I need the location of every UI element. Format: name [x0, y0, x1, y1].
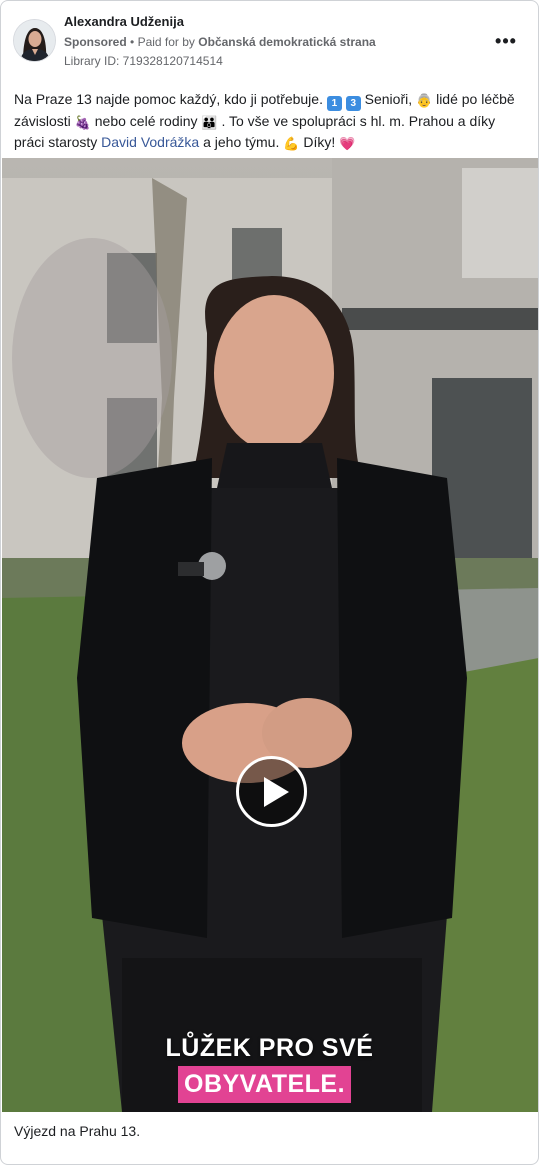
post-text-segment: Na Praze 13 najde pomoc každý, kdo ji po…	[14, 91, 323, 107]
post-text-segment: nebo celé rodiny	[94, 113, 198, 129]
family-emoji-icon: 👪	[201, 115, 218, 130]
video-player[interactable]: LŮŽEK PRO SVÉ OBYVATELE.	[2, 158, 538, 1112]
ad-header: Alexandra Udženija Sponsored • Paid for …	[1, 1, 538, 76]
heart-emoji-icon: 💗	[339, 136, 356, 151]
muscle-emoji-icon: 💪	[283, 136, 300, 151]
keycap-1-icon: 1	[326, 96, 342, 111]
advertiser-name[interactable]: Alexandra Udženija	[64, 14, 184, 29]
sponsored-line: Sponsored • Paid for by Občanská demokra…	[64, 35, 376, 49]
post-text-segment: Díky!	[303, 134, 336, 150]
post-text: Na Praze 13 najde pomoc každý, kdo ji po…	[14, 89, 529, 153]
mention-link[interactable]: David Vodrážka	[101, 134, 199, 150]
video-caption-line-2: OBYVATELE.	[178, 1066, 352, 1103]
play-triangle	[264, 777, 289, 807]
avatar-image	[14, 20, 55, 61]
video-frame	[2, 158, 538, 1112]
ad-card: Alexandra Udženija Sponsored • Paid for …	[0, 0, 539, 1165]
post-text-segment: a jeho týmu.	[203, 134, 280, 150]
separator-dot: •	[130, 35, 135, 49]
paid-for-by[interactable]: Občanská demokratická strana	[198, 35, 375, 49]
older-person-emoji-icon: 👵	[416, 93, 433, 108]
paid-for-prefix: Paid for by	[137, 35, 195, 49]
pill-emoji-icon: 🍇	[74, 115, 91, 130]
keycap-3-icon: 3	[345, 96, 361, 111]
post-text-segment: Senioři,	[364, 91, 413, 107]
library-id: Library ID: 719328120714514	[64, 54, 223, 68]
more-options-icon[interactable]: •••	[493, 28, 519, 54]
video-title: Výjezd na Prahu 13.	[14, 1123, 141, 1139]
play-icon[interactable]	[236, 756, 307, 827]
sponsored-label: Sponsored	[64, 35, 127, 49]
video-caption-line-1: LŮŽEK PRO SVÉ	[165, 1034, 374, 1062]
avatar[interactable]	[14, 20, 55, 61]
